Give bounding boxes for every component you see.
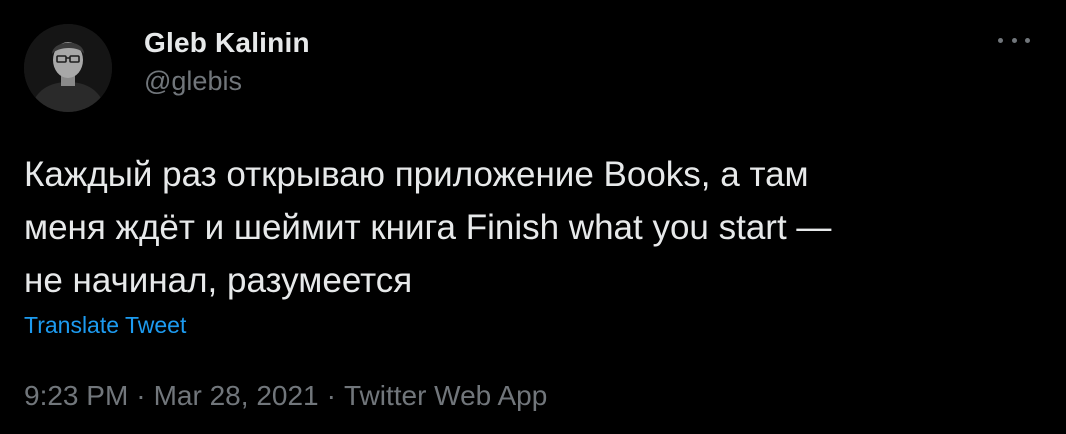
more-dot-icon xyxy=(1025,37,1030,43)
tweet-text: Каждый раз открываю приложение Books, а … xyxy=(24,155,832,300)
meta-separator: · xyxy=(326,380,336,411)
author-handle[interactable]: @glebis xyxy=(144,64,310,98)
tweet-source[interactable]: Twitter Web App xyxy=(344,380,547,411)
avatar-photo-icon xyxy=(24,24,112,112)
tweet-time[interactable]: 9:23 PM xyxy=(24,380,128,411)
more-dot-icon xyxy=(998,37,1003,43)
translate-tweet-link[interactable]: Translate Tweet xyxy=(24,310,186,340)
more-dot-icon xyxy=(1011,37,1017,43)
author-block: Gleb Kalinin @glebis xyxy=(144,26,310,98)
avatar[interactable] xyxy=(24,24,112,112)
tweet-card: Gleb Kalinin @glebis Каждый раз открываю… xyxy=(0,0,1066,434)
author-display-name[interactable]: Gleb Kalinin xyxy=(144,26,310,60)
more-horizontal-icon[interactable] xyxy=(998,30,1030,50)
tweet-date[interactable]: Mar 28, 2021 xyxy=(154,380,319,411)
meta-separator: · xyxy=(136,380,146,411)
tweet-meta: 9:23 PM · Mar 28, 2021 · Twitter Web App xyxy=(24,378,547,414)
